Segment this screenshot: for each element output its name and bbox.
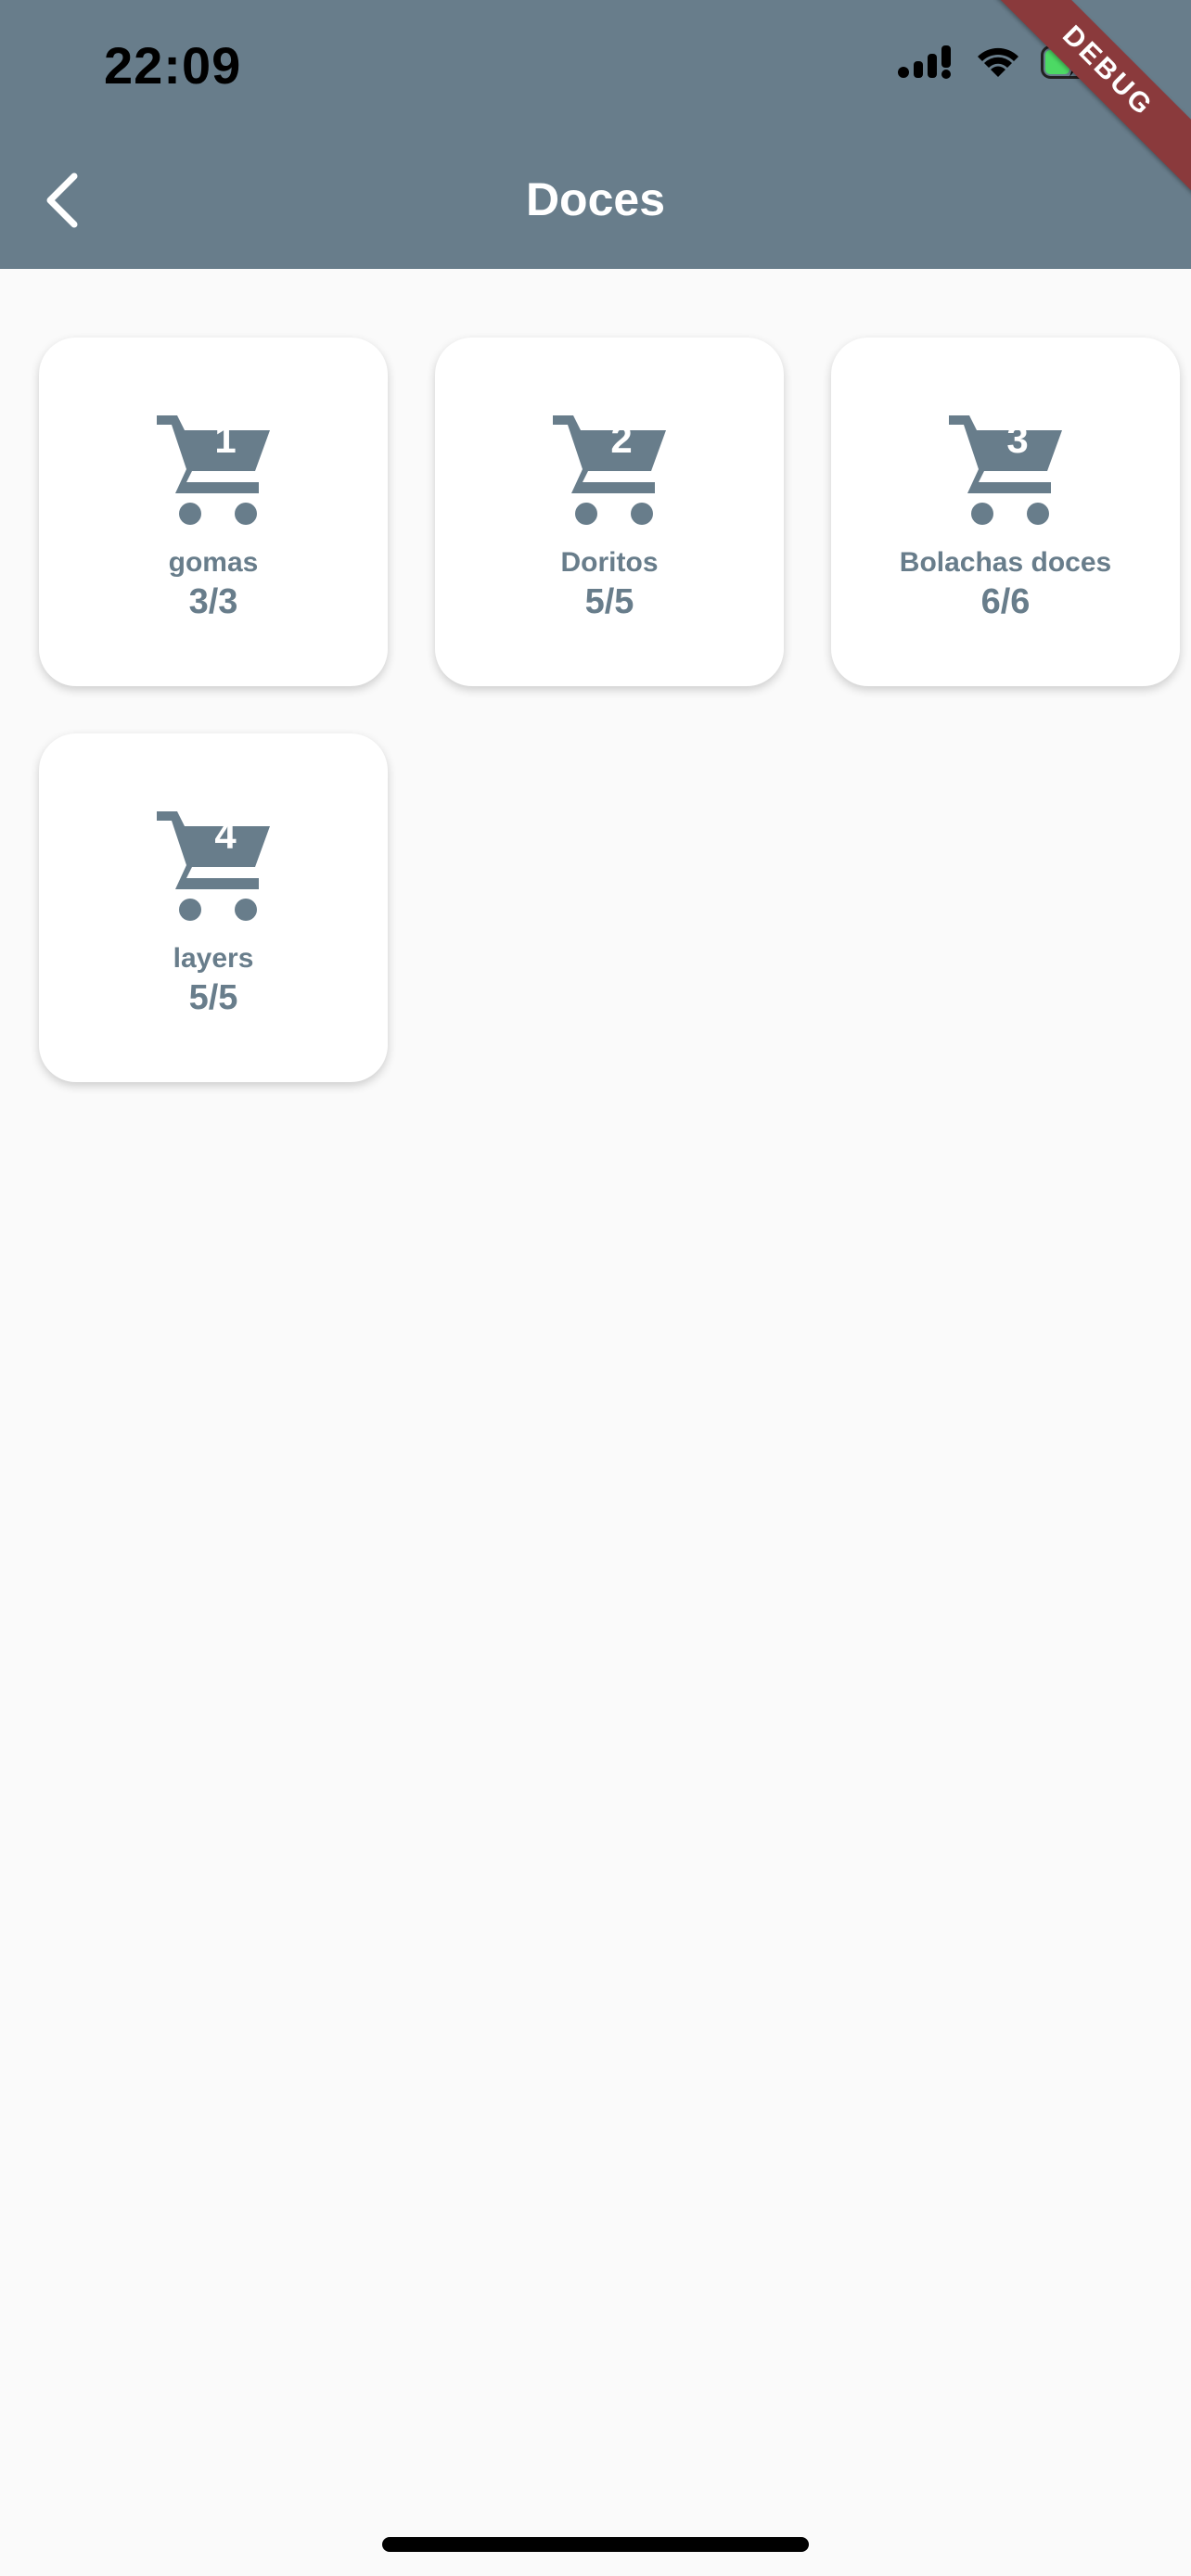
- home-indicator[interactable]: [382, 2537, 809, 2552]
- item-count: 5/5: [584, 582, 634, 621]
- item-name: Doritos: [560, 547, 659, 578]
- item-name: layers: [173, 943, 254, 974]
- shopping-cart-icon: 1: [155, 410, 272, 527]
- status-time: 22:09: [104, 36, 242, 95]
- item-count: 5/5: [188, 978, 238, 1017]
- item-card[interactable]: 3 Bolachas doces 6/6: [831, 338, 1180, 686]
- item-count: 6/6: [980, 582, 1031, 621]
- shopping-cart-icon: 4: [155, 806, 272, 923]
- page-title: Doces: [525, 173, 666, 225]
- item-name: gomas: [168, 547, 259, 578]
- item-card[interactable]: 2 Doritos 5/5: [435, 338, 784, 686]
- item-count: 3/3: [188, 582, 238, 621]
- shopping-cart-icon: 3: [947, 410, 1064, 527]
- item-number: 2: [610, 417, 633, 461]
- item-card[interactable]: 4 layers 5/5: [39, 733, 388, 1082]
- item-number: 4: [214, 813, 237, 857]
- item-name: Bolachas doces: [899, 547, 1112, 578]
- item-number: 3: [1006, 417, 1029, 461]
- item-card[interactable]: 1 gomas 3/3: [39, 338, 388, 686]
- wifi-icon: [976, 45, 1020, 83]
- app-bar: 22:09 Doces: [0, 0, 1191, 269]
- cellular-signal-icon: [898, 45, 955, 83]
- shopping-cart-icon: 2: [551, 410, 668, 527]
- item-number: 1: [214, 417, 237, 461]
